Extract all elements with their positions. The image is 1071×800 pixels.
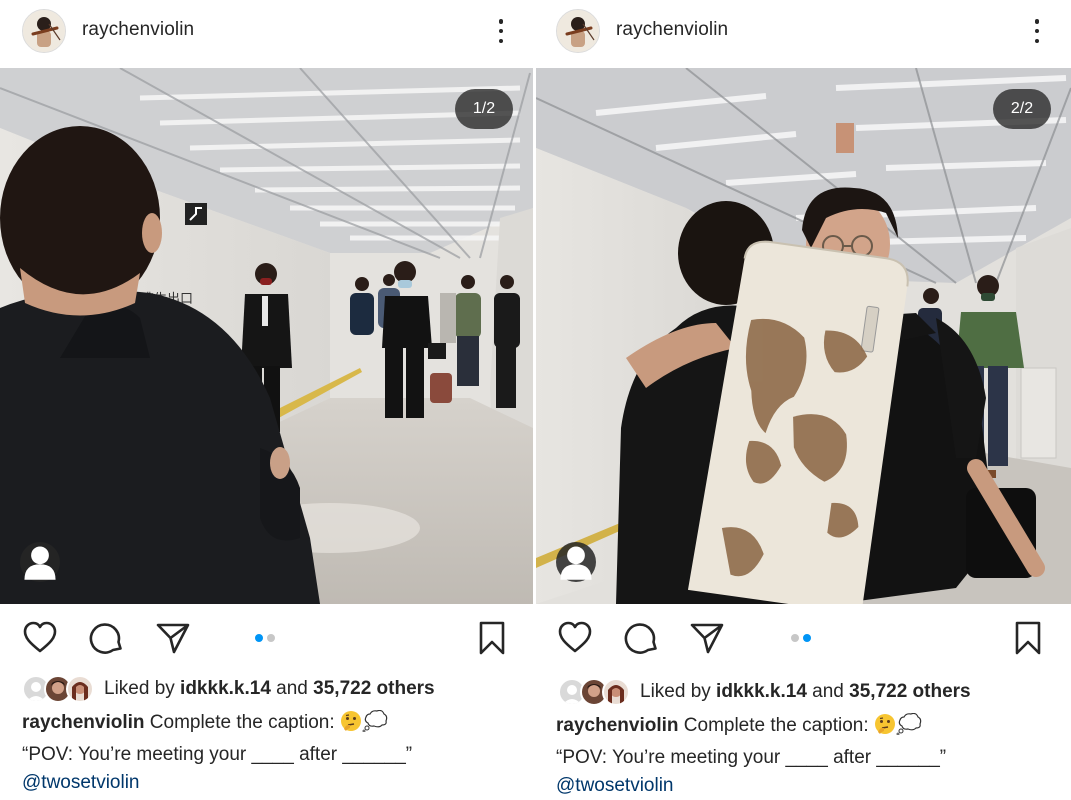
person-tag-icon[interactable] — [556, 542, 596, 582]
bookmark-icon[interactable] — [474, 620, 510, 656]
carousel-dot-active — [255, 634, 263, 642]
liked-by-label: Liked by — [104, 678, 181, 699]
heart-icon[interactable] — [557, 620, 593, 656]
carousel-dot — [791, 634, 799, 642]
liker-avatars[interactable] — [22, 674, 94, 704]
mention-link[interactable]: @twosetviolin — [22, 769, 525, 797]
carousel-dot-active — [803, 634, 811, 642]
liked-by-user[interactable]: idkkk.k.14 — [716, 681, 807, 702]
liker-avatars[interactable] — [558, 677, 630, 707]
action-bar — [536, 604, 1071, 668]
action-bar — [0, 604, 533, 668]
thinking-face-emoji — [874, 713, 896, 744]
caption-line-2: “POV: You’re meeting your ____ after ___… — [556, 747, 947, 768]
likes-count[interactable]: 35,722 others — [849, 681, 970, 702]
liked-and-label: and — [806, 681, 850, 702]
paper-plane-icon[interactable] — [155, 620, 191, 656]
likes-text: Liked by idkkk.k.14 and 35,722 others — [640, 681, 971, 703]
caption-username[interactable]: raychenviolin — [22, 712, 145, 733]
comment-bubble-icon[interactable] — [624, 620, 660, 656]
thought-balloon-emoji — [362, 709, 388, 741]
username[interactable]: raychenviolin — [82, 19, 194, 41]
likes-row: Liked by idkkk.k.14 and 35,722 others — [22, 672, 523, 706]
thinking-face-emoji — [340, 710, 362, 741]
likes-text: Liked by idkkk.k.14 and 35,722 others — [104, 678, 435, 700]
comment-bubble-icon[interactable] — [89, 620, 125, 656]
instagram-post-2: raychenviolin 2/2 Liked by idkkk.k.14 an… — [536, 0, 1071, 800]
caption-username[interactable]: raychenviolin — [556, 715, 679, 736]
post-caption: raychenviolin Complete the caption: “POV… — [22, 709, 525, 797]
slide-counter: 1/2 — [455, 89, 513, 129]
slide-counter: 2/2 — [993, 89, 1051, 129]
post-caption: raychenviolin Complete the caption: “POV… — [556, 712, 1063, 800]
username[interactable]: raychenviolin — [616, 19, 728, 41]
caption-line-2: “POV: You’re meeting your ____ after ___… — [22, 744, 413, 765]
more-vertical-icon[interactable] — [491, 17, 511, 45]
caption-text: Complete the caption: — [678, 715, 874, 736]
liker-avatar — [66, 675, 94, 703]
thought-balloon-emoji — [896, 712, 922, 744]
carousel-dot — [267, 634, 275, 642]
post-header: raychenviolin — [536, 0, 1071, 64]
paper-plane-icon[interactable] — [689, 620, 725, 656]
liked-by-label: Liked by — [640, 681, 717, 702]
heart-icon[interactable] — [22, 620, 58, 656]
post-header: raychenviolin — [0, 0, 533, 64]
person-tag-icon[interactable] — [20, 542, 60, 582]
liker-avatar — [602, 678, 630, 706]
more-vertical-icon[interactable] — [1027, 17, 1047, 45]
liked-by-user[interactable]: idkkk.k.14 — [180, 678, 271, 699]
post-photo[interactable]: 走逃生出口 — [0, 68, 533, 604]
carousel-indicator — [255, 634, 275, 642]
liked-and-label: and — [270, 678, 314, 699]
instagram-post-1: raychenviolin 1/2 Liked by idkkk.k.14 an… — [0, 0, 533, 800]
caption-text: Complete the caption: — [144, 712, 340, 733]
likes-count[interactable]: 35,722 others — [313, 678, 434, 699]
profile-avatar[interactable] — [22, 9, 66, 53]
mention-link[interactable]: @twosetviolin — [556, 772, 1063, 800]
profile-avatar[interactable] — [556, 9, 600, 53]
bookmark-icon[interactable] — [1010, 620, 1046, 656]
carousel-indicator — [791, 634, 811, 642]
post-photo[interactable]: 2/2 — [536, 68, 1071, 604]
likes-row: Liked by idkkk.k.14 and 35,722 others — [558, 675, 1061, 709]
